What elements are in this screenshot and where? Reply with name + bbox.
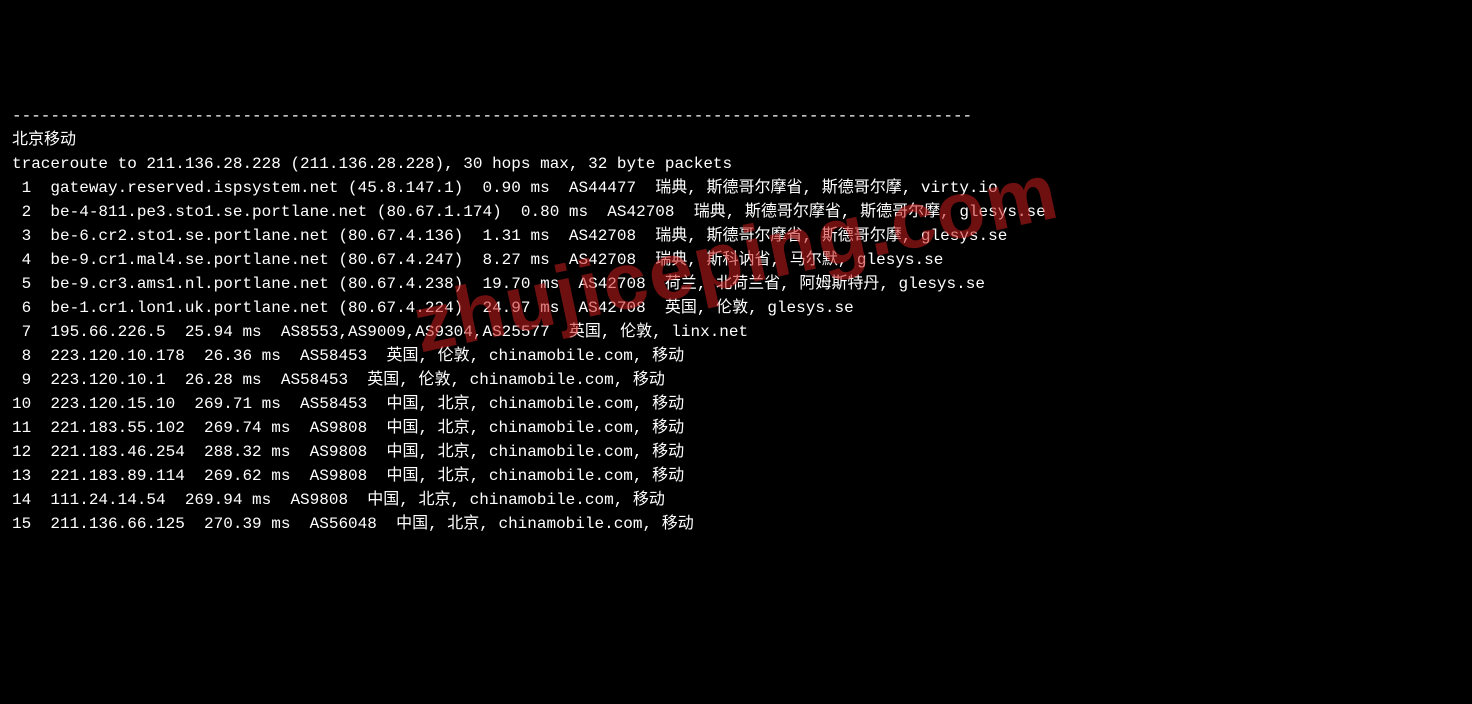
hop-line: 8 223.120.10.178 26.36 ms AS58453 英国, 伦敦…: [12, 344, 1460, 368]
hop-line: 4 be-9.cr1.mal4.se.portlane.net (80.67.4…: [12, 248, 1460, 272]
hop-line: 6 be-1.cr1.lon1.uk.portlane.net (80.67.4…: [12, 296, 1460, 320]
hop-line: 3 be-6.cr2.sto1.se.portlane.net (80.67.4…: [12, 224, 1460, 248]
separator-line: ----------------------------------------…: [12, 104, 1460, 128]
hop-line: 15 211.136.66.125 270.39 ms AS56048 中国, …: [12, 512, 1460, 536]
hop-line: 9 223.120.10.1 26.28 ms AS58453 英国, 伦敦, …: [12, 368, 1460, 392]
hop-line: 13 221.183.89.114 269.62 ms AS9808 中国, 北…: [12, 464, 1460, 488]
hop-line: 1 gateway.reserved.ispsystem.net (45.8.1…: [12, 176, 1460, 200]
hop-line: 14 111.24.14.54 269.94 ms AS9808 中国, 北京,…: [12, 488, 1460, 512]
hop-line: 7 195.66.226.5 25.94 ms AS8553,AS9009,AS…: [12, 320, 1460, 344]
hop-line: 2 be-4-811.pe3.sto1.se.portlane.net (80.…: [12, 200, 1460, 224]
hop-line: 11 221.183.55.102 269.74 ms AS9808 中国, 北…: [12, 416, 1460, 440]
title-line: 北京移动: [12, 128, 1460, 152]
traceroute-header: traceroute to 211.136.28.228 (211.136.28…: [12, 152, 1460, 176]
hop-line: 5 be-9.cr3.ams1.nl.portlane.net (80.67.4…: [12, 272, 1460, 296]
hops-list: 1 gateway.reserved.ispsystem.net (45.8.1…: [12, 176, 1460, 536]
hop-line: 12 221.183.46.254 288.32 ms AS9808 中国, 北…: [12, 440, 1460, 464]
hop-line: 10 223.120.15.10 269.71 ms AS58453 中国, 北…: [12, 392, 1460, 416]
